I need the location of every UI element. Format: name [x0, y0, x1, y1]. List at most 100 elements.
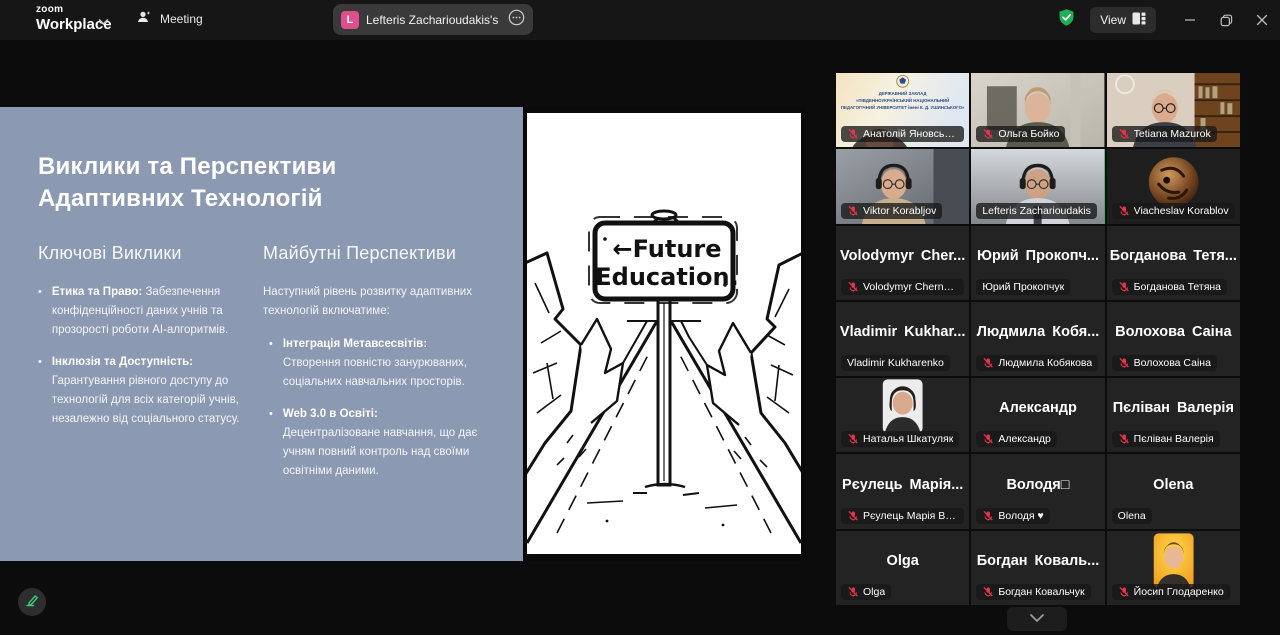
participant-name: Богданова Тетяна [1134, 281, 1221, 293]
mic-muted-icon [847, 281, 859, 293]
participant-name-badge: Богданова Тетяна [1112, 279, 1227, 295]
participant-name-badge: Рєулець Марія Волод... [841, 508, 964, 524]
sign-text-line2: Education. [595, 263, 738, 291]
mic-muted-icon [982, 433, 994, 445]
annotate-button[interactable] [18, 588, 46, 616]
participant-tile[interactable]: ДЕРЖАВНИЙ ЗАКЛАД «ПІВДЕННОУКРАЇНСЬКИЙ НАЦ… [836, 73, 969, 147]
gallery-view-icon [1132, 12, 1146, 28]
participant-tile[interactable]: Vladimir Kukhar... Vladimir Kukharenko [836, 302, 969, 376]
mic-muted-icon [847, 128, 859, 140]
tab-shared-screen[interactable]: L Lefteris Zacharioudakis's screen [333, 4, 533, 35]
participant-tile[interactable]: Богданова Тетя... Богданова Тетяна [1107, 226, 1240, 300]
mic-muted-icon [1118, 128, 1130, 140]
participant-name: Ольга Бойко [998, 128, 1059, 140]
bullet-text: Створення повністю занурюваних, соціальн… [283, 357, 467, 388]
bullet-text: Гарантування рівного доступу до технолог… [52, 375, 240, 425]
minimize-button[interactable] [1172, 0, 1208, 40]
participant-name: Tetiana Mazurok [1134, 128, 1211, 140]
key-challenges-heading: Ключові Виклики [38, 243, 182, 264]
slide-text-panel: Виклики та Перспективи Адаптивних Технол… [0, 107, 523, 561]
chevron-down-icon [1029, 610, 1045, 628]
participant-big-name: Волохова Саіна [1107, 324, 1240, 340]
collapse-gallery-button[interactable] [1007, 607, 1067, 631]
bullet-text: Децентралізоване навчання, що дає учням … [283, 427, 478, 477]
participant-tile[interactable]: Александр Александр [971, 378, 1104, 452]
participant-name-badge: Tetiana Mazurok [1112, 126, 1217, 142]
participant-name: Рєулець Марія Волод... [863, 510, 958, 522]
mic-muted-icon [847, 433, 859, 445]
participant-name-badge: Viacheslav Korablov [1112, 203, 1235, 219]
svg-text:ПЕДАГОГІЧНИЙ УНІВЕРСИТЕТ імені: ПЕДАГОГІЧНИЙ УНІВЕРСИТЕТ імені К. Д. УШИ… [841, 105, 965, 110]
participant-name: Йосип Глодаренко [1134, 586, 1224, 598]
participant-tile[interactable]: Viacheslav Korablov [1107, 149, 1240, 223]
title-bar: zoom Workplace Meeting L Lefteris Zachar… [0, 0, 1280, 40]
participant-tile[interactable]: Volodymyr Cher... Volodymyr Chernykh [836, 226, 969, 300]
participant-name-badge: Ольга Бойко [976, 126, 1065, 142]
chevron-down-icon[interactable] [98, 13, 109, 31]
participant-tile[interactable]: Людмила Кобя...Людмила Кобякова [971, 302, 1104, 376]
participant-tile[interactable]: Йосип Глодаренко [1107, 531, 1240, 605]
maximize-button[interactable] [1208, 0, 1244, 40]
participant-big-name: Александр [971, 400, 1104, 416]
participant-name: Людмила Кобякова [998, 357, 1092, 369]
meeting-tab-label: Meeting [160, 12, 203, 26]
participant-tile[interactable]: Богдан Коваль...Богдан Ковальчук [971, 531, 1104, 605]
mic-muted-icon [982, 357, 994, 369]
shared-screen: Виклики та Перспективи Адаптивних Технол… [0, 107, 805, 561]
participant-name-badge: Анатолій Яновський, ... [841, 126, 964, 142]
participant-big-name: Богданова Тетя... [1107, 248, 1240, 264]
participant-big-name: Volodymyr Cher... [836, 248, 969, 264]
pencil-icon [24, 592, 40, 613]
participant-name: Наталья Шкатуляк [863, 433, 953, 445]
participant-name-badge: Юрий Прокопчук [976, 279, 1070, 295]
participant-tile[interactable]: Lefteris Zacharioudakis [971, 149, 1104, 223]
mic-muted-icon [982, 510, 994, 522]
participant-tile[interactable]: OlgaOlga [836, 531, 969, 605]
participant-tile[interactable]: Tetiana Mazurok [1107, 73, 1240, 147]
share-tab-label: Lefteris Zacharioudakis's screen [366, 13, 501, 27]
mic-muted-icon [982, 586, 994, 598]
participant-tile[interactable]: Наталья Шкатуляк [836, 378, 969, 452]
participant-name: Lefteris Zacharioudakis [982, 205, 1091, 217]
key-challenges-list: Етика та Право: Забезпечення конфіденцій… [38, 283, 243, 442]
view-button[interactable]: View [1090, 7, 1156, 33]
participant-tile[interactable]: Рєулець Марія... Рєулець Марія Волод... [836, 454, 969, 528]
participant-big-name: Рєулець Марія... [836, 477, 969, 493]
bullet-lead: Етика та Право: [52, 286, 142, 298]
mic-muted-icon [1118, 205, 1130, 217]
participant-name-badge: Наталья Шкатуляк [841, 431, 959, 447]
participant-tile[interactable]: Пєліван ВалеріяПєліван Валерія [1107, 378, 1240, 452]
participant-name-badge: Володя ♥ [976, 508, 1049, 524]
participant-name-badge: Йосип Глодаренко [1112, 584, 1230, 600]
participant-big-name: Юрий Прокопч... [971, 248, 1104, 264]
mic-muted-icon [982, 128, 994, 140]
participant-tile[interactable]: Володя□ Володя ♥ [971, 454, 1104, 528]
future-perspectives-heading: Майбутні Перспективи [263, 243, 456, 264]
tab-meeting[interactable]: Meeting [136, 9, 203, 28]
participant-name: Volodymyr Chernykh [863, 281, 958, 293]
list-item: Етика та Право: Забезпечення конфіденцій… [38, 283, 243, 340]
participant-name-badge: Александр [976, 431, 1057, 447]
participant-gallery: ДЕРЖАВНИЙ ЗАКЛАД «ПІВДЕННОУКРАЇНСЬКИЙ НАЦ… [836, 73, 1240, 605]
more-options-icon[interactable] [508, 9, 525, 31]
slide-title: Виклики та Перспективи Адаптивних Технол… [38, 151, 478, 214]
participant-big-name: Богдан Коваль... [971, 553, 1104, 569]
participant-tile[interactable]: Viktor Korabljov [836, 149, 969, 223]
participant-tile[interactable]: Ольга Бойко [971, 73, 1104, 147]
participant-name-badge: Volodymyr Chernykh [841, 279, 964, 295]
svg-text:«ПІВДЕННОУКРАЇНСЬКИЙ НАЦІОНАЛЬ: «ПІВДЕННОУКРАЇНСЬКИЙ НАЦІОНАЛЬНИЙ [856, 98, 949, 103]
participant-tile[interactable]: OlenaOlena [1107, 454, 1240, 528]
participant-name-badge: Vladimir Kukharenko [841, 355, 950, 371]
participant-name-badge: Lefteris Zacharioudakis [976, 203, 1097, 219]
mic-muted-icon [1118, 586, 1130, 598]
sign-text-line1: ←Future [612, 235, 721, 263]
participant-tile[interactable]: Волохова СаінаВолохова Саіна [1107, 302, 1240, 376]
close-button[interactable] [1244, 0, 1280, 40]
security-shield-icon[interactable] [1057, 8, 1076, 32]
future-education-illustration: ←Future Education. [523, 107, 805, 561]
svg-text:ДЕРЖАВНИЙ ЗАКЛАД: ДЕРЖАВНИЙ ЗАКЛАД [879, 91, 928, 96]
participant-tile[interactable]: Юрий Прокопч... Юрий Прокопчук [971, 226, 1104, 300]
future-perspectives-list: Наступний рівень розвитку адаптивних тех… [263, 283, 478, 494]
participant-big-name: Володя□ [971, 477, 1104, 493]
participant-big-name: Vladimir Kukhar... [836, 324, 969, 340]
